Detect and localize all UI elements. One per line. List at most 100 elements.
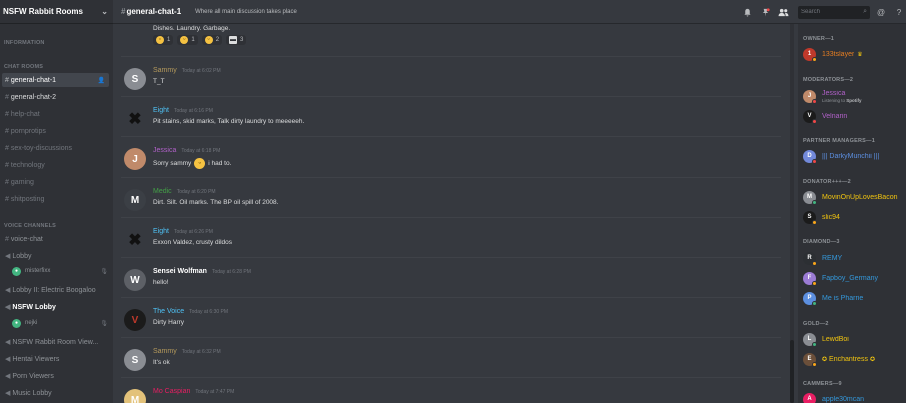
help-icon[interactable]: ?: [892, 5, 906, 19]
member-movinonuplovesbacon[interactable]: M MovinOnUpLovesBacon: [803, 189, 906, 205]
reaction[interactable]: ᵕ1: [153, 35, 174, 45]
message-timestamp: Today at 6:20 PM: [176, 189, 216, 195]
message-continuation: Dishes. Laundry. Garbage. ᵕ1 ᵕ1 ᵕ2 ▬ 3: [153, 25, 250, 45]
avatar[interactable]: W: [124, 269, 146, 291]
mention-icon[interactable]: @: [874, 5, 888, 19]
message-author[interactable]: The Voice: [153, 308, 184, 315]
pin-icon[interactable]: [758, 5, 772, 19]
avatar[interactable]: J: [124, 148, 146, 170]
member-remy[interactable]: R REMY: [803, 250, 906, 266]
hash-icon: #: [5, 144, 9, 152]
bell-icon[interactable]: [740, 5, 754, 19]
reaction-count: 1: [167, 37, 171, 43]
message-text: hello!: [153, 279, 169, 286]
search-box[interactable]: ⌕: [798, 5, 870, 19]
member-darkymunchii[interactable]: D ||| DarkyMunchii |||: [803, 148, 906, 164]
channel-technology[interactable]: # technology: [2, 158, 109, 172]
avatar: J: [803, 89, 817, 104]
reaction-count: 2: [215, 37, 220, 43]
star-icon: ✪: [822, 356, 828, 363]
member-name: Enchantress: [829, 355, 868, 363]
status-dnd-icon: [812, 98, 817, 104]
message-author[interactable]: Sammy: [153, 67, 177, 74]
avatar[interactable]: S: [124, 68, 146, 90]
voice-channel-nsfw-rabbit-room-view[interactable]: ◀ NSFW Rabbit Room View...: [2, 335, 109, 349]
channel-general-chat-1[interactable]: # general-chat-1 👤: [2, 73, 109, 87]
member-fapboy-germany[interactable]: F Fapboy_Germany: [803, 270, 906, 286]
category-chat-rooms[interactable]: CHAT ROOMS: [0, 64, 43, 70]
member-enchantress[interactable]: E ✪ Enchantress ✪: [803, 351, 906, 367]
category-voice-channels[interactable]: VOICE CHANNELS: [0, 223, 56, 229]
member-slic94[interactable]: S slic94: [803, 209, 906, 225]
crown-icon: ♛: [857, 51, 863, 58]
avatar[interactable]: V: [124, 309, 146, 331]
message-group: J Jessica Today at 6:18 PM Sorry sammy ᵕ…: [121, 136, 781, 170]
message-author[interactable]: Mo Caspian: [153, 388, 190, 395]
member-apple30mcan[interactable]: A apple30mcan: [803, 391, 906, 403]
message-scrollbar[interactable]: [790, 24, 794, 403]
avatar: ●: [12, 266, 21, 276]
channel-header: #general-chat-1 Where all main discussio…: [113, 0, 906, 24]
server-header[interactable]: NSFW Rabbit Rooms ⌄: [0, 0, 113, 24]
message-timestamp: Today at 6:28 PM: [211, 269, 251, 275]
hash-icon: #: [5, 195, 9, 203]
member-velnarin[interactable]: V Velnarin: [803, 108, 906, 124]
member-me-is-pharrie[interactable]: P Me is Pharrie: [803, 290, 906, 306]
member-name: Fapboy_Germany: [822, 274, 879, 282]
channel-sex-toy-discussions[interactable]: # sex-toy-discussions: [2, 141, 109, 155]
voice-user-misterfixx[interactable]: ● misterfixx 🎙: [12, 265, 108, 277]
message-timestamp: Today at 6:16 PM: [173, 108, 213, 114]
message-text: T_T: [153, 78, 165, 85]
message-text: Exxon Valdez, crusty dildos: [153, 239, 232, 246]
channel-shitposting[interactable]: # shitposting: [2, 192, 109, 206]
channel-title-text: general-chat-1: [126, 7, 182, 16]
message-author[interactable]: Eight: [153, 107, 169, 114]
members-icon[interactable]: [776, 5, 790, 19]
voice-channel-porn-viewers[interactable]: ◀ Porn Viewers: [2, 369, 109, 383]
channel-label: NSFW Rabbit Room View...: [12, 338, 99, 346]
avatar[interactable]: ✖: [124, 108, 146, 130]
channel-gaming[interactable]: # gaming: [2, 175, 109, 189]
voice-user-nejki[interactable]: ● nejki 🎙: [12, 317, 108, 329]
member-category-donators: DONATOR+++—2: [803, 179, 851, 185]
member-133tslayer[interactable]: 1 133tslayer ♛: [803, 46, 906, 62]
message-timestamp: Today at 6:26 PM: [173, 229, 213, 235]
invite-icon[interactable]: 👤: [98, 77, 105, 84]
channel-label: pornprotips: [10, 127, 46, 135]
message-author[interactable]: Jessica: [153, 147, 176, 154]
avatar: V: [803, 109, 817, 124]
reaction[interactable]: ▬ 3: [226, 35, 247, 45]
voice-channel-nsfw-lobby[interactable]: ◀ NSFW Lobby: [2, 300, 109, 314]
message-author[interactable]: Eight: [153, 228, 169, 235]
avatar[interactable]: S: [124, 349, 146, 371]
voice-channel-lobby[interactable]: ◀ Lobby: [2, 249, 109, 263]
channel-label: Music Lobby: [12, 389, 52, 397]
search-input[interactable]: [801, 9, 864, 15]
channel-help-chat[interactable]: # help-chat: [2, 107, 109, 121]
avatar[interactable]: M: [124, 189, 146, 211]
message-author[interactable]: Sammy: [153, 348, 177, 355]
grimace-face-icon: ᵕ: [194, 158, 206, 169]
category-information[interactable]: INFORMATION: [0, 40, 45, 46]
channel-pornprotips[interactable]: # pornprotips: [2, 124, 109, 138]
voice-channel-voice-chat[interactable]: # voice-chat: [2, 232, 109, 246]
hash-icon: #: [5, 178, 9, 186]
voice-channel-lobby-ii[interactable]: ◀ Lobby II: Electric Boogaloo: [2, 283, 109, 297]
activity-prefix: Listening to: [822, 97, 846, 103]
message-author[interactable]: Medic: [153, 188, 172, 195]
member-category-owner: OWNER—1: [803, 36, 835, 42]
reaction[interactable]: ᵕ1: [177, 35, 198, 45]
voice-channel-hentai-viewers[interactable]: ◀ Hentai Viewers: [2, 352, 109, 366]
voice-channel-music-lobby[interactable]: ◀ Music Lobby: [2, 386, 109, 400]
avatar[interactable]: ✖: [124, 229, 146, 251]
reaction[interactable]: ᵕ2: [201, 35, 223, 45]
avatar[interactable]: M: [124, 389, 146, 403]
channel-general-chat-2[interactable]: # general-chat-2: [2, 90, 109, 104]
member-name: Jessica: [822, 89, 846, 97]
channel-label: technology: [10, 161, 45, 169]
member-lewdboi[interactable]: L LewdBoi: [803, 331, 906, 347]
speaker-icon: ◀: [5, 304, 11, 311]
scrollbar-thumb[interactable]: [790, 340, 794, 403]
message-author[interactable]: Sensei Wolfman: [153, 268, 207, 275]
member-jessica[interactable]: J Jessica Listening to Spotify: [803, 87, 906, 105]
